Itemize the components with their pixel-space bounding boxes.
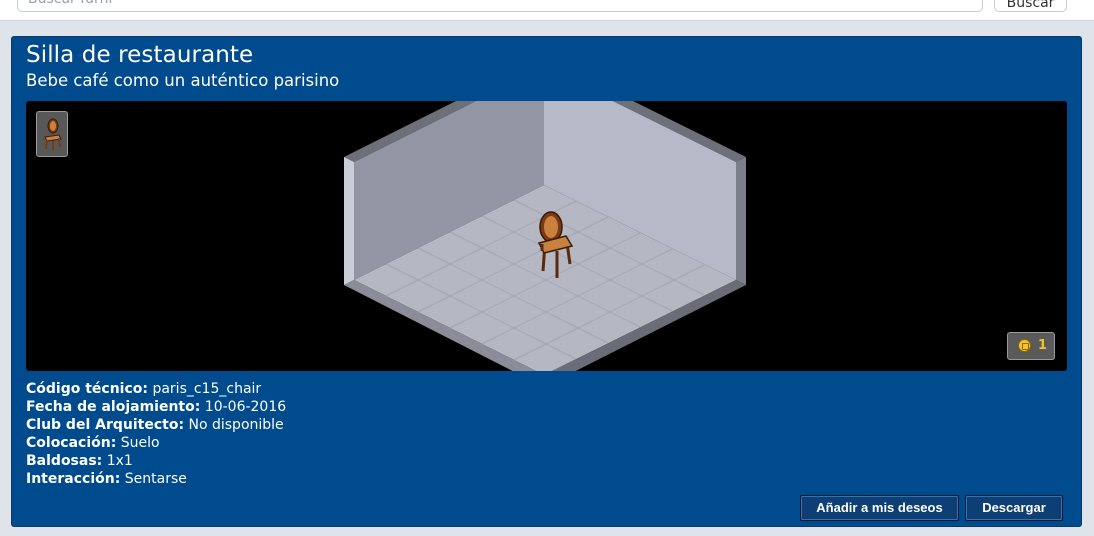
credit-coin-icon [1018,339,1031,352]
price-value: 1 [1038,338,1048,353]
detail-technical-code: Código técnico: paris_c15_chair [26,381,262,397]
detail-builders-club: Club del Arquitecto: No disponible [26,417,284,433]
download-button[interactable]: Descargar [965,495,1063,521]
detail-release-date: Fecha de alojamiento: 10-06-2016 [26,399,287,415]
room-preview: 1 [26,101,1067,371]
isometric-room-render [344,101,746,371]
chair-thumbnail-icon[interactable] [36,111,68,157]
furni-details: Código técnico: paris_c15_chair Fecha de… [26,380,286,488]
detail-tiles: Baldosas: 1x1 [26,453,133,469]
detail-interaction: Interacción: Sentarse [26,471,187,487]
page-title: Silla de restaurante [26,42,254,68]
furni-detail-panel: Silla de restaurante Bebe café como un a… [11,36,1082,527]
price-badge: 1 [1007,332,1055,360]
search-button[interactable]: Buscar [994,0,1067,12]
add-to-wishlist-button[interactable]: Añadir a mis deseos [800,495,959,521]
search-input[interactable] [17,0,983,12]
top-search-bar: Buscar [0,0,1094,21]
item-description: Bebe café como un auténtico parisino [26,71,340,90]
detail-placement: Colocación: Suelo [26,435,160,451]
